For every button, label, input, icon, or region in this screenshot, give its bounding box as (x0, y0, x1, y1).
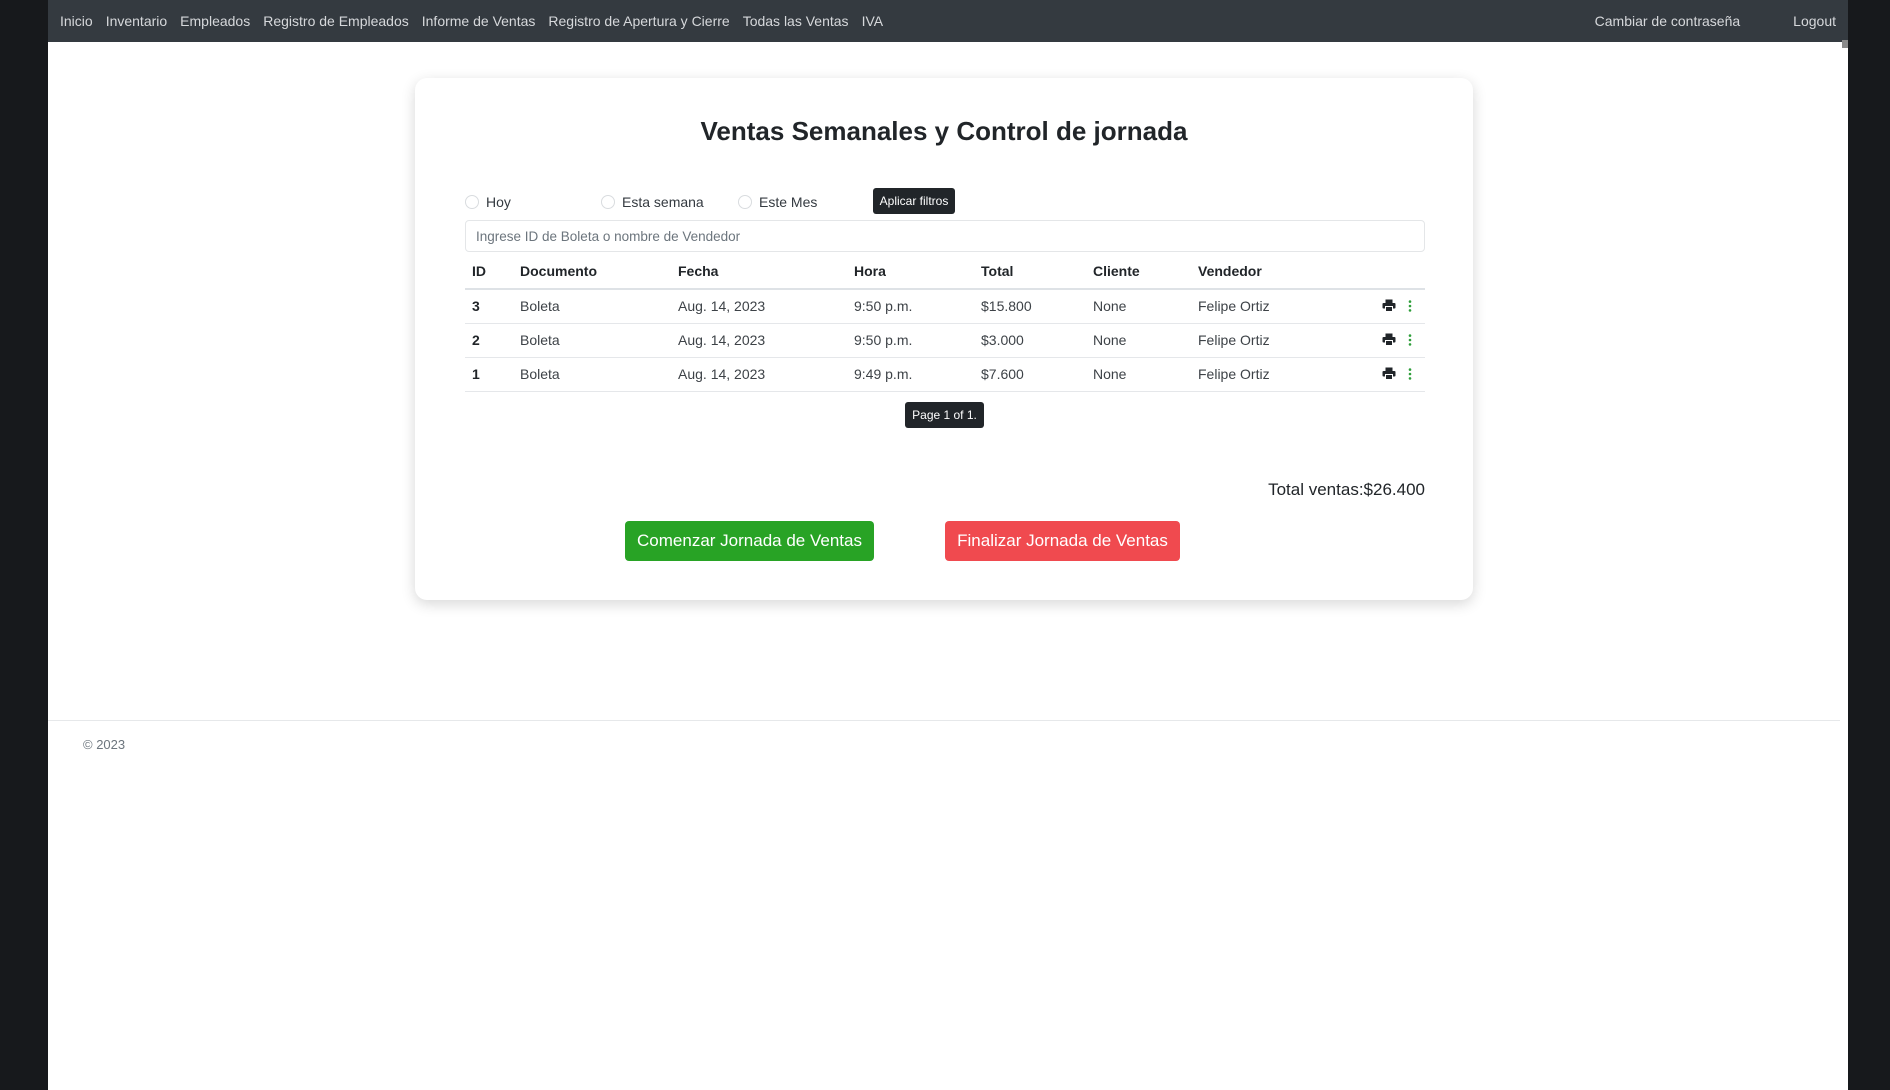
nav-link-registro-apertura-cierre[interactable]: Registro de Apertura y Cierre (548, 13, 729, 29)
cell-seller: Felipe Ortiz (1191, 289, 1345, 324)
logout-link[interactable]: Logout (1793, 13, 1836, 29)
start-sales-day-button[interactable]: Comenzar Jornada de Ventas (625, 521, 874, 561)
nav-link-registro-empleados[interactable]: Registro de Empleados (263, 13, 409, 29)
footer-copyright: © 2023 (83, 737, 126, 752)
footer-divider (48, 720, 1840, 721)
sales-card: Ventas Semanales y Control de jornada Ho… (415, 78, 1473, 600)
nav-links: Inicio Inventario Empleados Registro de … (60, 13, 896, 29)
cell-id: 3 (465, 289, 513, 324)
table-header-row: ID Documento Fecha Hora Total Cliente Ve… (465, 253, 1425, 290)
filter-this-month-label: Este Mes (759, 194, 818, 210)
cell-total: $15.800 (974, 289, 1086, 324)
table-row: 2 Boleta Aug. 14, 2023 9:50 p.m. $3.000 … (465, 323, 1425, 358)
change-password-link[interactable]: Cambiar de contraseña (1595, 13, 1741, 29)
end-sales-day-button[interactable]: Finalizar Jornada de Ventas (945, 521, 1180, 561)
nav-link-informe-ventas[interactable]: Informe de Ventas (422, 13, 536, 29)
total-sales: Total ventas:$26.400 (1268, 480, 1425, 499)
cell-date: Aug. 14, 2023 (671, 323, 847, 358)
cell-actions (1345, 357, 1425, 392)
nav-link-iva[interactable]: IVA (862, 13, 884, 29)
cell-time: 9:50 p.m. (847, 323, 974, 358)
cell-total: $3.000 (974, 323, 1086, 358)
cell-actions (1345, 289, 1425, 324)
apply-filters-button[interactable]: Aplicar filtros (873, 188, 955, 214)
header-client: Cliente (1086, 253, 1191, 290)
kebab-menu-icon[interactable] (1408, 367, 1412, 383)
cell-document: Boleta (513, 357, 671, 392)
cell-total: $7.600 (974, 357, 1086, 392)
cell-time: 9:49 p.m. (847, 357, 974, 392)
cell-client: None (1086, 357, 1191, 392)
header-actions (1345, 253, 1425, 290)
radio-this-month[interactable] (738, 195, 752, 209)
cell-seller: Felipe Ortiz (1191, 323, 1345, 358)
cell-client: None (1086, 289, 1191, 324)
cell-document: Boleta (513, 289, 671, 324)
cell-seller: Felipe Ortiz (1191, 357, 1345, 392)
page-title: Ventas Semanales y Control de jornada (700, 116, 1188, 146)
cell-date: Aug. 14, 2023 (671, 357, 847, 392)
cell-actions (1345, 323, 1425, 358)
cell-document: Boleta (513, 323, 671, 358)
print-icon[interactable] (1382, 367, 1396, 383)
cell-time: 9:50 p.m. (847, 289, 974, 324)
cell-id: 1 (465, 357, 513, 392)
filter-today[interactable]: Hoy (465, 188, 511, 216)
nav-link-todas-ventas[interactable]: Todas las Ventas (743, 13, 849, 29)
kebab-menu-icon[interactable] (1408, 299, 1412, 315)
top-navbar: Inicio Inventario Empleados Registro de … (48, 0, 1848, 42)
print-icon[interactable] (1382, 299, 1396, 315)
header-date: Fecha (671, 253, 847, 290)
cell-client: None (1086, 323, 1191, 358)
nav-link-empleados[interactable]: Empleados (180, 13, 250, 29)
header-time: Hora (847, 253, 974, 290)
table-row: 1 Boleta Aug. 14, 2023 9:49 p.m. $7.600 … (465, 357, 1425, 392)
filter-today-label: Hoy (486, 194, 511, 210)
table-row: 3 Boleta Aug. 14, 2023 9:50 p.m. $15.800… (465, 289, 1425, 324)
radio-this-week[interactable] (601, 195, 615, 209)
kebab-menu-icon[interactable] (1408, 333, 1412, 349)
cell-date: Aug. 14, 2023 (671, 289, 847, 324)
sales-table: ID Documento Fecha Hora Total Cliente Ve… (465, 253, 1425, 392)
nav-link-inicio[interactable]: Inicio (60, 13, 93, 29)
search-input[interactable] (465, 220, 1425, 252)
filter-this-month[interactable]: Este Mes (738, 188, 817, 216)
nav-user-links: Cambiar de contraseña Logout (1595, 13, 1836, 29)
filter-this-week[interactable]: Esta semana (601, 188, 704, 216)
header-seller: Vendedor (1191, 253, 1345, 290)
date-filters: Hoy Esta semana Este Mes Aplicar filtros (465, 188, 1425, 216)
print-icon[interactable] (1382, 333, 1396, 349)
header-document: Documento (513, 253, 671, 290)
pagination-label: Page 1 of 1. (905, 402, 984, 428)
header-id: ID (465, 253, 513, 290)
cell-id: 2 (465, 323, 513, 358)
header-total: Total (974, 253, 1086, 290)
scrollbar-thumb[interactable] (1842, 40, 1848, 48)
filter-this-week-label: Esta semana (622, 194, 704, 210)
radio-today[interactable] (465, 195, 479, 209)
nav-link-inventario[interactable]: Inventario (106, 13, 167, 29)
